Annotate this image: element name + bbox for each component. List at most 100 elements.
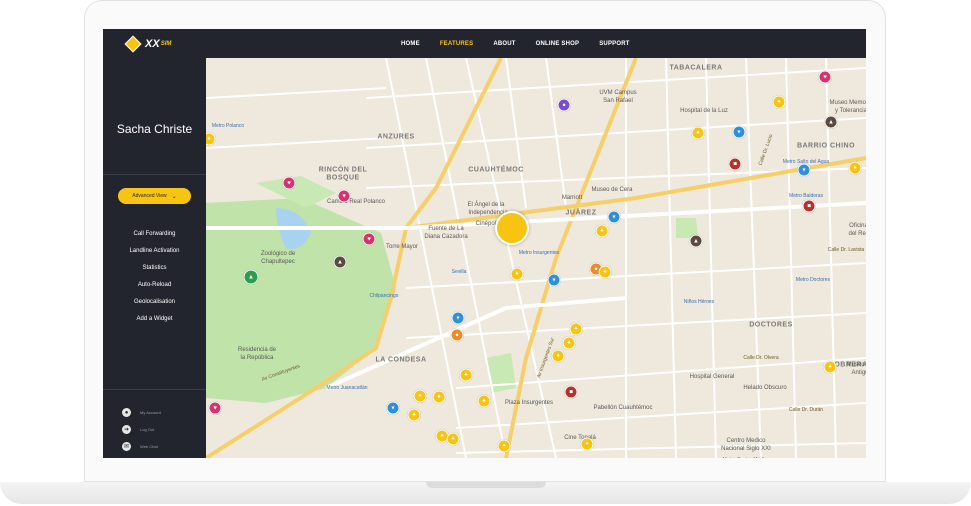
district-label: DOCTORES [749,321,793,329]
district-label: RINCÓN DEL [318,166,368,174]
map-pin-store-icon[interactable]: ✦ [691,126,705,140]
map-pin-camera-icon[interactable]: ● [557,98,571,112]
brand-logo[interactable]: XXSIM [124,35,171,53]
map-pin-shop-icon[interactable]: ♥ [818,70,832,84]
district-label: ANZURES [377,133,415,141]
nav-features[interactable]: FEATURES [440,41,474,47]
menu-item-geolocalisation[interactable]: Geolocalisation [103,294,206,311]
menu-item-landline-activation[interactable]: Landline Activation [103,243,206,260]
menu-item-add-widget[interactable]: Add a Widget [103,311,206,328]
metro-station-label: Chilpancingo [369,293,399,299]
map-pin-tree-icon[interactable]: ▲ [243,269,259,285]
road-label: Calle Dr. Olvera [743,355,779,361]
metro-station-label: Metro Juanacatlán [326,385,368,391]
place-label: El Ángel de la [467,202,505,208]
map-pin-tower-icon[interactable]: ▲ [333,255,347,269]
brand-name: XXSIM [145,38,171,50]
place-label: Pabellón Cuauhtémoc [593,405,653,411]
map-pin-drink-icon[interactable]: ▾ [451,311,465,325]
user-icon: ● [122,408,131,417]
place-label: Hospital de la Luz [680,108,728,114]
map-pin-tower-icon[interactable]: ▲ [689,234,703,248]
current-location-marker[interactable] [495,211,529,245]
map-pin-drink-icon[interactable]: ▾ [386,401,400,415]
web-chat-label: Web Chat [140,444,158,449]
district-label: BARRIO CHINO [796,142,856,150]
geolocation-map[interactable]: ANZURES RINCÓN DEL BOSQUE CUAUHTÉMOC TABACAL… [206,58,866,458]
map-pin-store-icon[interactable]: ✦ [772,95,786,109]
map-pin-store-icon[interactable]: ✦ [497,439,511,453]
laptop-notch [425,482,546,488]
place-label: Zoológico de [260,251,296,257]
place-label: Nacional Siglo XXI [721,446,771,452]
map-pin-shop-icon[interactable]: ♥ [208,401,222,415]
map-pin-store-icon[interactable]: ✦ [823,360,837,374]
map-pin-store-icon[interactable]: ✦ [569,322,583,336]
sidebar-divider [103,174,206,175]
metro-station-label: Metro Insurgentes [518,250,560,256]
advanced-view-button[interactable]: Advanced View ⌄ [118,188,191,204]
place-label: y Tolerancia [835,108,866,114]
map-pin-drink-icon[interactable]: ▾ [607,210,621,224]
place-label: la República [240,355,274,361]
web-chat-link[interactable]: ✉ Web Chat [122,438,161,455]
map-pin-drink-icon[interactable]: ▾ [732,125,746,139]
main-nav: HOME FEATURES ABOUT ONLINE SHOP SUPPORT [401,29,650,58]
map-pin-store-icon[interactable]: ✦ [580,437,594,451]
sidebar-divider-bottom [103,389,206,390]
place-label: Antiguo México [851,370,866,376]
map-pin-shop-icon[interactable]: ♥ [362,232,376,246]
map-pin-store-icon[interactable]: ✦ [848,161,862,175]
map-pin-store-icon[interactable]: ✦ [551,349,565,363]
top-navbar: XXSIM HOME FEATURES ABOUT ONLINE SHOP SU… [103,29,866,58]
metro-station-label: Metro Balderas [789,193,823,199]
nav-support[interactable]: SUPPORT [599,41,629,47]
map-pin-cart-icon[interactable]: ■ [728,157,742,171]
place-label: Chapultepec [261,259,295,265]
logout-icon: ➔ [122,425,131,434]
place-label: Centro Medico [726,438,766,444]
map-pin-store-icon[interactable]: ✦ [598,265,612,279]
map-pin-cart-icon[interactable]: ■ [564,385,578,399]
menu-item-auto-reload[interactable]: Auto-Reload [103,277,206,294]
menu-item-call-forwarding[interactable]: Call Forwarding [103,226,206,243]
map-pin-drink-icon[interactable]: ▾ [547,273,561,287]
place-label: del Registro Civil [848,231,866,237]
place-label: Camino Real Polanco [326,199,386,205]
map-pin-store-icon[interactable]: ✦ [413,389,427,403]
logo-diamond-icon [124,35,142,53]
map-pin-store-icon[interactable]: ✦ [446,432,460,446]
log-out-link[interactable]: ➔ Log Out [122,421,161,438]
map-pin-store-icon[interactable]: ✦ [510,267,524,281]
map-pin-store-icon[interactable]: ✦ [477,394,491,408]
map-pin-shop-icon[interactable]: ♥ [282,176,296,190]
metro-station-label: Metro Polanco [211,123,245,129]
my-account-link[interactable]: ● My Account [122,404,161,421]
app-screen: XXSIM HOME FEATURES ABOUT ONLINE SHOP SU… [103,29,866,458]
metro-station-label: Sevilla [451,269,467,275]
map-pin-cart-icon[interactable]: ■ [802,199,816,213]
sidebar: Sacha Christe Advanced View ⌄ Call Forwa… [103,58,206,458]
map-pin-store-icon[interactable]: ● [450,328,464,342]
park-area [486,353,516,393]
district-label: TABACALERA [669,64,723,72]
map-pin-store-icon[interactable]: ✦ [595,224,609,238]
nav-home[interactable]: HOME [401,41,420,47]
chevron-down-icon: ⌄ [171,193,177,200]
my-account-label: My Account [140,410,161,415]
nav-online-shop[interactable]: ONLINE SHOP [536,41,580,47]
map-pin-store-icon[interactable]: ✦ [562,336,576,350]
nav-about[interactable]: ABOUT [493,41,515,47]
menu-item-statistics[interactable]: Statistics [103,260,206,277]
map-pin-shop-icon[interactable]: ♥ [337,189,351,203]
chat-icon: ✉ [122,442,131,451]
district-label: LA CONDESA [375,356,427,364]
map-pin-store-icon[interactable]: ✦ [459,368,473,382]
map-pin-tower-icon[interactable]: ▲ [824,115,838,129]
brand-name-text: XX [145,38,160,50]
metro-station-label: Metro Centro Médico [723,457,770,458]
map-pin-drink-icon[interactable]: ▾ [797,163,811,177]
map-pin-store-icon[interactable]: ✦ [432,390,446,404]
map-pin-store-icon[interactable]: ✦ [407,408,421,422]
map-base [206,58,866,458]
